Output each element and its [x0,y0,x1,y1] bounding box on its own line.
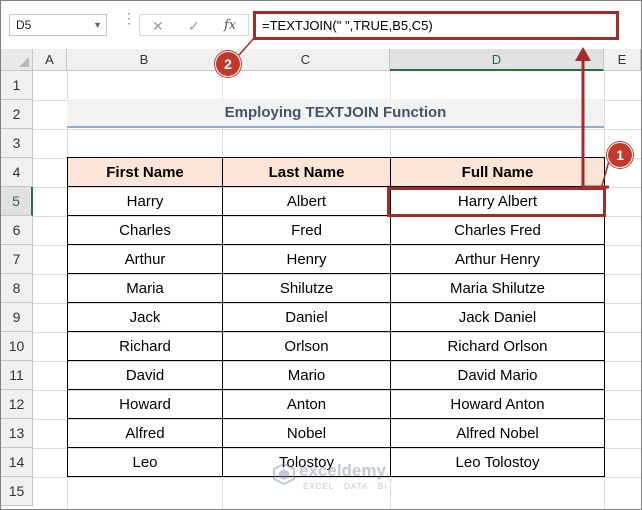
insert-function-icon[interactable]: fx [224,16,236,36]
table-row: Jack Daniel Jack Daniel [67,302,605,332]
select-all-button[interactable] [1,49,33,71]
row-header-7[interactable]: 7 [1,245,33,274]
column-header-d[interactable]: D [390,49,604,71]
cell-last-name[interactable]: Fred [222,215,391,245]
exceldemy-logo-icon [273,463,295,485]
row-header-14[interactable]: 14 [1,448,33,477]
chevron-down-icon[interactable]: ▼ [93,15,102,35]
drag-handle-icon[interactable]: ⋮ [122,11,136,35]
annotation-badge-1: 1 [607,142,633,168]
cell-full-name[interactable]: Jack Daniel [390,302,605,332]
row-header-13[interactable]: 13 [1,419,33,448]
cell-full-name[interactable]: Charles Fred [390,215,605,245]
formula-buttons: ✕ ✓ fx [139,14,249,36]
header-first-name[interactable]: First Name [67,157,223,187]
table-row: Alfred Nobel Alfred Nobel [67,418,605,448]
cell-full-name[interactable]: Arthur Henry [390,244,605,274]
cell-first-name[interactable]: Alfred [67,418,223,448]
cell-first-name[interactable]: Howard [67,389,223,419]
table-row: David Mario David Mario [67,360,605,390]
cell-last-name[interactable]: Albert [222,186,391,216]
column-header-e[interactable]: E [604,49,641,71]
table-row: Richard Orlson Richard Orlson [67,331,605,361]
cell-full-name[interactable]: Howard Anton [390,389,605,419]
row-header-8[interactable]: 8 [1,274,33,303]
table-row: Charles Fred Charles Fred [67,215,605,245]
watermark-name: exceldemy [299,461,386,480]
spreadsheet-window: D5 ▼ ⋮ ✕ ✓ fx =TEXTJOIN(" ",TRUE,B5,C5) … [0,0,642,510]
sheet-title: Employing TEXTJOIN Function [67,99,604,128]
formula-input[interactable]: =TEXTJOIN(" ",TRUE,B5,C5) [253,11,619,40]
cell-last-name[interactable]: Orlson [222,331,391,361]
cell-first-name[interactable]: Richard [67,331,223,361]
row-header-6[interactable]: 6 [1,216,33,245]
table-header-row: First Name Last Name Full Name [67,157,605,187]
annotation-badge-2: 2 [215,51,241,77]
cell-last-name[interactable]: Daniel [222,302,391,332]
watermark-logo: exceldemy EXCEL · DATA · BI [273,459,423,497]
table-row: Maria Shilutze Maria Shilutze [67,273,605,303]
callout-line-2-icon [238,36,256,56]
cancel-icon[interactable]: ✕ [152,16,164,36]
table-row: Arthur Henry Arthur Henry [67,244,605,274]
row-header-12[interactable]: 12 [1,390,33,419]
row-header-4[interactable]: 4 [1,158,33,187]
cell-full-name[interactable]: Maria Shilutze [390,273,605,303]
row-header-1[interactable]: 1 [1,71,33,100]
row-header-3[interactable]: 3 [1,129,33,158]
cell-first-name[interactable]: Charles [67,215,223,245]
cell-full-name[interactable]: David Mario [390,360,605,390]
row-header-5[interactable]: 5 [1,187,33,216]
cell-first-name[interactable]: Jack [67,302,223,332]
cell-first-name[interactable]: Maria [67,273,223,303]
header-full-name[interactable]: Full Name [390,157,605,187]
row-header-2[interactable]: 2 [1,100,33,129]
row-header-9[interactable]: 9 [1,303,33,332]
arrow-up-icon [575,47,591,187]
cell-last-name[interactable]: Henry [222,244,391,274]
table-row: Howard Anton Howard Anton [67,389,605,419]
selected-cell-highlight [387,187,606,217]
cell-last-name[interactable]: Anton [222,389,391,419]
cell-first-name[interactable]: David [67,360,223,390]
cell-last-name[interactable]: Shilutze [222,273,391,303]
callout-line-icon [600,161,610,190]
cell-last-name[interactable]: Nobel [222,418,391,448]
column-header-a[interactable]: A [33,49,67,71]
name-box-value: D5 [16,18,32,32]
row-header-10[interactable]: 10 [1,332,33,361]
cell-first-name[interactable]: Harry [67,186,223,216]
row-header-11[interactable]: 11 [1,361,33,390]
name-box[interactable]: D5 ▼ [9,14,107,36]
header-last-name[interactable]: Last Name [222,157,391,187]
watermark-tagline: EXCEL · DATA · BI [303,482,388,491]
cell-full-name[interactable]: Richard Orlson [390,331,605,361]
cell-last-name[interactable]: Mario [222,360,391,390]
formula-bar-area: D5 ▼ ⋮ ✕ ✓ fx =TEXTJOIN(" ",TRUE,B5,C5) [1,1,641,49]
cell-full-name[interactable]: Alfred Nobel [390,418,605,448]
cell-first-name[interactable]: Arthur [67,244,223,274]
cell-first-name[interactable]: Leo [67,447,223,477]
enter-icon[interactable]: ✓ [188,16,200,36]
column-header-b[interactable]: B [67,49,222,71]
row-header-15[interactable]: 15 [1,477,33,506]
